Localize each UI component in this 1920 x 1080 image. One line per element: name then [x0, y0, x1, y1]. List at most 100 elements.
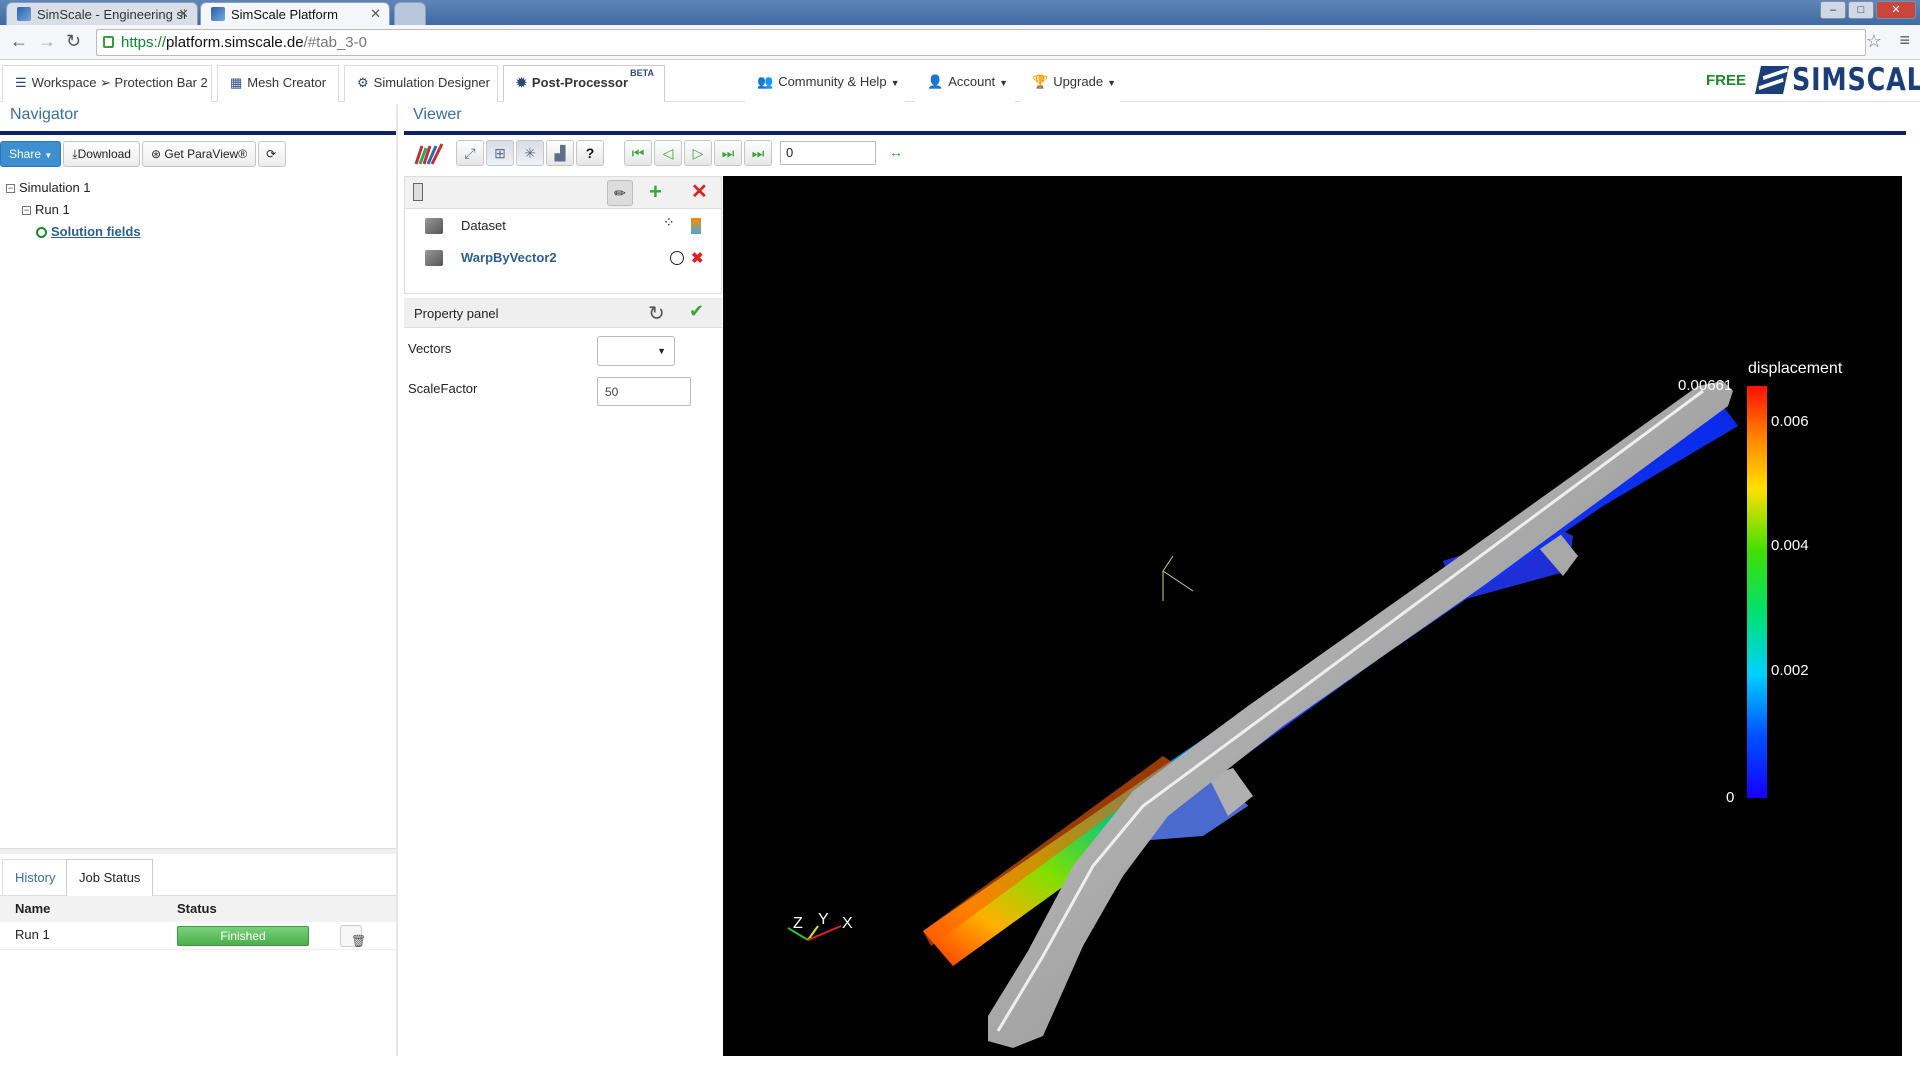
color-map-off-icon[interactable]: ✖	[691, 249, 704, 267]
tab-mesh-creator[interactable]: ▦ Mesh Creator	[217, 65, 339, 102]
menu-account[interactable]: 👤 Account ▼	[915, 65, 1015, 102]
legend-title: displacement	[1748, 360, 1843, 377]
simscale-logo-icon	[1755, 66, 1789, 94]
gears-icon: ⚙	[357, 75, 369, 90]
time-range-icon[interactable]: ↔	[882, 140, 910, 166]
help-icon[interactable]: ?	[576, 140, 604, 166]
url-host: platform.simscale.de	[166, 34, 304, 51]
caret-down-icon: ▼	[890, 78, 900, 88]
reload-icon[interactable]: ↻	[66, 31, 81, 52]
maximize-icon[interactable]: □	[1848, 1, 1874, 19]
axis-y-label: Y	[818, 911, 829, 928]
simscale-favicon-icon	[17, 7, 31, 21]
caret-down-icon: ▼	[999, 78, 1009, 88]
share-button[interactable]: Share ▼	[0, 141, 62, 167]
close-icon[interactable]: ✕	[178, 6, 189, 22]
color-map-icon[interactable]	[691, 218, 701, 234]
axis-x-label: X	[842, 915, 853, 932]
tree-item-solution-fields[interactable]: Solution fields	[6, 222, 141, 244]
gear-icon: ✹	[516, 75, 527, 90]
play-icon[interactable]: ▷	[684, 140, 712, 166]
render-view[interactable]: Z Y X displacement 0.00661 0.006 0.004 0…	[723, 176, 1902, 1056]
browser-tab-label: SimScale Platform	[231, 7, 338, 22]
frame-input[interactable]: 0	[780, 141, 876, 165]
job-tabs: History Job Status	[0, 858, 396, 896]
tree-item-run[interactable]: − Run 1	[6, 200, 141, 222]
tab-history[interactable]: History	[2, 859, 69, 896]
dataset-cube-icon	[425, 250, 443, 266]
app-navigation: ☰ Workspace ➢ Protection Bar 2 ▦ Mesh Crea…	[0, 61, 1920, 102]
points-icon[interactable]: ⁘	[663, 214, 675, 231]
collapse-icon[interactable]: −	[22, 206, 31, 216]
orientation-icon[interactable]: ⊞	[486, 140, 514, 166]
tab-simulation-designer[interactable]: ⚙ Simulation Designer	[344, 65, 498, 102]
property-panel-header: Property panel ↻ ✔	[404, 298, 722, 328]
browser-tab-simscale-platform[interactable]: SimScale Platform ✕	[200, 2, 390, 25]
paraview-label: Get ParaView®	[164, 147, 248, 161]
scalefactor-input[interactable]: 50	[597, 377, 691, 406]
tab-workspace[interactable]: ☰ Workspace ➢ Protection Bar 2	[2, 65, 212, 102]
visibility-icon[interactable]	[670, 251, 684, 265]
forward-arrow-icon[interactable]: →	[38, 31, 56, 52]
back-arrow-icon[interactable]: ←	[10, 31, 28, 52]
paraview-icon: ⊛	[150, 147, 162, 161]
bookmark-star-icon[interactable]: ☆	[1866, 31, 1882, 52]
center-axes-icon[interactable]: ✳	[516, 140, 544, 166]
url-path: /#tab_3-0	[303, 34, 367, 51]
last-frame-icon[interactable]: ⏭	[744, 140, 772, 166]
collapse-icon[interactable]: −	[6, 184, 15, 194]
panel-splitter[interactable]	[0, 848, 396, 854]
menu-community-help[interactable]: 👥 Community & Help ▼	[745, 65, 905, 102]
user-icon: 👤	[927, 74, 944, 89]
window-close-icon[interactable]: ✕	[1876, 1, 1916, 19]
delete-job-button[interactable]: 🗑	[340, 925, 366, 948]
tab-label: Post-Processor	[531, 75, 628, 90]
new-tab-button[interactable]	[394, 2, 426, 25]
legend-tick-label: 0.002	[1771, 662, 1809, 679]
close-icon[interactable]: ✕	[370, 6, 381, 22]
add-filter-icon[interactable]: +	[649, 179, 662, 205]
axis-z-label: Z	[793, 915, 803, 932]
logo-text: SIMSCALE	[1792, 62, 1920, 98]
reset-camera-icon[interactable]: ⤢	[456, 140, 484, 166]
bar-chart-icon[interactable]: ▟	[546, 140, 574, 166]
apply-check-icon[interactable]: ✔	[689, 301, 704, 322]
reset-icon[interactable]: ↻	[648, 301, 665, 326]
refresh-button[interactable]: ⟳	[258, 141, 287, 167]
pipeline-header: ✏ + ✕	[405, 177, 721, 209]
property-panel-title: Property panel	[414, 306, 499, 321]
job-name: Run 1	[15, 927, 50, 942]
download-button[interactable]: ⤓Download	[63, 141, 140, 167]
url-protocol: https://	[121, 34, 167, 51]
column-status: Status	[177, 901, 217, 916]
edit-pencil-icon[interactable]: ✏	[607, 180, 633, 206]
delete-filter-icon[interactable]: ✕	[691, 179, 708, 204]
menu-upgrade[interactable]: 🏆 Upgrade ▼	[1020, 65, 1120, 102]
tab-post-processor[interactable]: ✹ Post-Processor BETA	[503, 65, 665, 102]
browser-tab-simscale-engineering[interactable]: SimScale - Engineering si ✕	[6, 2, 198, 25]
simscale-logo[interactable]: SIMSCALE	[1755, 62, 1920, 98]
navigator-toolbar: Share ▼ ⤓Download ⊛ Get ParaView® ⟳	[0, 141, 287, 169]
pipeline-item-warpbyvector2[interactable]: WarpByVector2 ✖	[405, 243, 723, 273]
window-controls: – □ ✕	[1820, 1, 1916, 19]
navigator-divider	[0, 131, 396, 135]
vectors-select[interactable]: ▼	[597, 336, 675, 366]
check-circle-icon	[36, 227, 47, 239]
navigator-title: Navigator	[10, 106, 79, 123]
browser-menu-icon[interactable]: ≡	[1899, 30, 1910, 51]
viewer-toolbar: ⤢ ⊞ ✳ ▟ ? ⏮ ◁ ▷ ⏭ ⏭ 0 ↔	[412, 138, 912, 168]
minimize-icon[interactable]: –	[1820, 1, 1846, 19]
solution-fields-link[interactable]: Solution fields	[51, 224, 141, 239]
get-paraview-button[interactable]: ⊛ Get ParaView®	[141, 141, 257, 167]
pipeline-item-label: WarpByVector2	[461, 250, 557, 265]
refresh-icon: ⟳	[266, 147, 277, 161]
tree-item-simulation[interactable]: − Simulation 1	[6, 178, 141, 200]
job-table-header: Name Status	[0, 896, 396, 922]
previous-frame-icon[interactable]: ◁	[654, 140, 682, 166]
tab-job-status[interactable]: Job Status	[66, 859, 154, 896]
pipeline-item-dataset[interactable]: Dataset ⁘	[405, 211, 723, 241]
next-frame-icon[interactable]: ⏭	[714, 140, 742, 166]
url-field[interactable]: https://platform.simscale.de/#tab_3-0	[96, 29, 1866, 56]
table-row[interactable]: Run 1 Finished 🗑	[0, 922, 396, 950]
first-frame-icon[interactable]: ⏮	[624, 140, 652, 166]
